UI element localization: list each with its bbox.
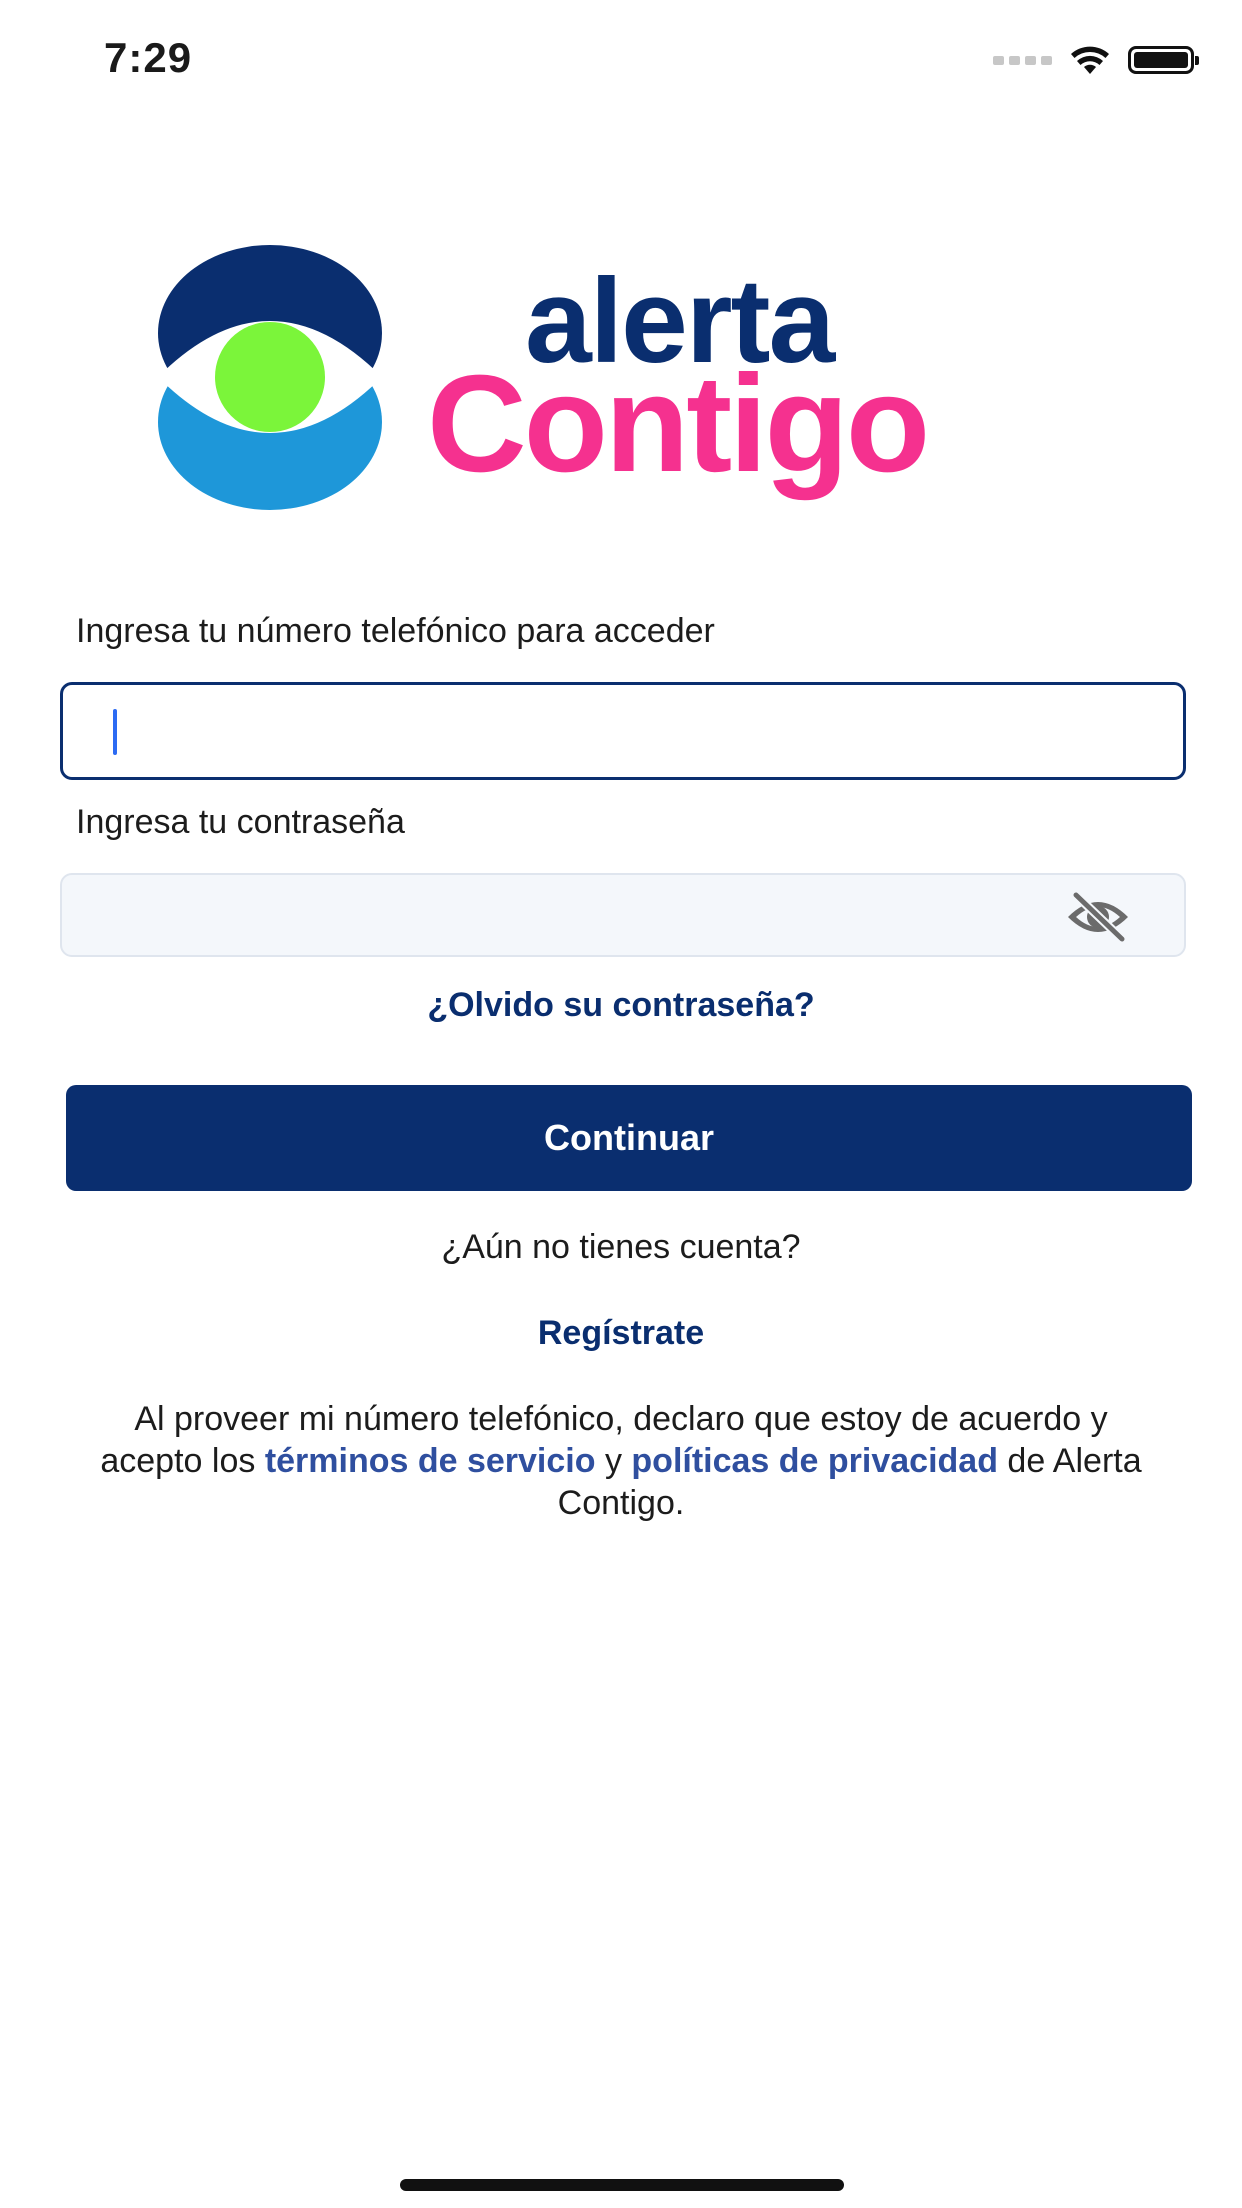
phone-label: Ingresa tu número telefónico para accede… <box>76 612 715 650</box>
text-caret <box>113 709 117 755</box>
terms-notice: Al proveer mi número telefónico, declaro… <box>100 1398 1142 1524</box>
eye-slash-icon[interactable] <box>1064 891 1132 943</box>
forgot-password-link[interactable]: ¿Olvido su contraseña? <box>0 986 1242 1025</box>
home-indicator[interactable] <box>400 2179 844 2191</box>
cellular-signal-icon <box>993 55 1052 65</box>
continue-button[interactable]: Continuar <box>66 1085 1192 1191</box>
eye-logo-icon <box>158 245 382 510</box>
terms-of-service-link[interactable]: términos de servicio <box>265 1442 596 1480</box>
app-logo: alerta Contigo <box>155 245 955 510</box>
status-icons <box>993 40 1199 80</box>
wifi-icon <box>1071 46 1109 74</box>
phone-input[interactable] <box>60 682 1186 780</box>
battery-icon <box>1128 46 1199 74</box>
register-link[interactable]: Regístrate <box>0 1314 1242 1353</box>
no-account-text: ¿Aún no tienes cuenta? <box>441 1228 801 1266</box>
terms-conjunction: y <box>604 1442 622 1480</box>
logo-word-contigo: Contigo <box>427 347 930 501</box>
password-label: Ingresa tu contraseña <box>76 803 405 841</box>
password-input[interactable] <box>60 873 1186 957</box>
status-time: 7:29 <box>104 34 193 81</box>
privacy-policy-link[interactable]: políticas de privacidad <box>631 1442 998 1480</box>
